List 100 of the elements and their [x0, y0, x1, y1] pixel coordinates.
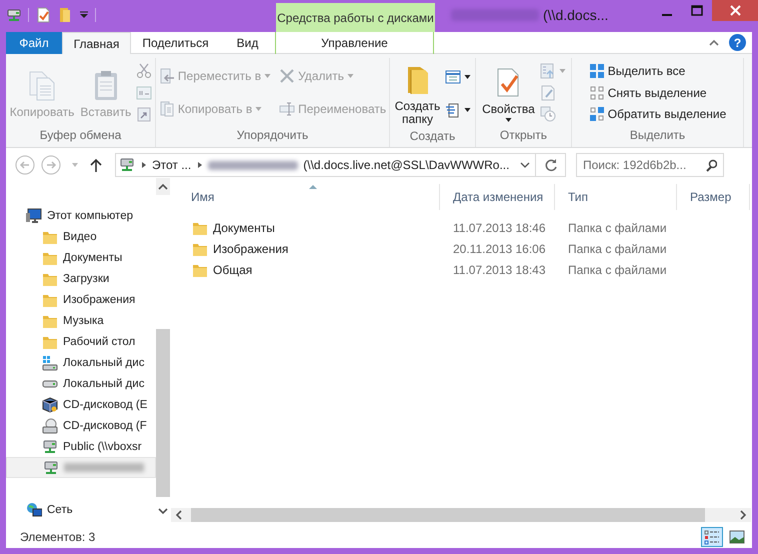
ribbon-tab[interactable]: Главная: [62, 32, 131, 54]
computer-icon: [26, 208, 42, 224]
scissors-icon: [136, 62, 152, 79]
type-cell-text: Папка с файлами: [567, 262, 668, 276]
ribbon-button[interactable]: Обратить выделение: [586, 104, 730, 124]
caret-icon: [71, 161, 79, 169]
picture-icon: [729, 528, 745, 544]
nav-item[interactable]: Видео: [6, 226, 156, 247]
item-count: Элементов: 3: [20, 530, 96, 544]
column-header[interactable]: Размер: [677, 184, 750, 210]
nav-item[interactable]: Рабочий стол: [6, 331, 156, 352]
collapse-ribbon-icon[interactable]: [709, 38, 719, 48]
column-header[interactable]: Дата изменения: [440, 184, 555, 210]
maximize-icon: [691, 5, 703, 16]
folder-icon[interactable]: [57, 7, 73, 23]
nav-item[interactable]: Этот компьютер: [6, 205, 156, 226]
sort-arrow-icon: [308, 185, 316, 190]
chevron-icon: [196, 161, 204, 169]
ribbon-tab[interactable]: Поделиться: [131, 32, 220, 54]
date-cell-text: 11.07.2013 18:43: [452, 262, 547, 276]
cube-icon: [42, 396, 58, 412]
nav-item[interactable]: [6, 457, 156, 478]
date-cell-text: 11.07.2013 18:46: [452, 220, 547, 234]
type-cell-text: Папка с файлами: [567, 242, 668, 256]
column-header[interactable]: Имя: [178, 184, 440, 210]
network-drive-icon: [42, 438, 58, 454]
network-drive-icon: [43, 460, 59, 476]
ribbon-button[interactable]: [444, 100, 472, 118]
column-header[interactable]: Тип: [555, 184, 677, 210]
network-icon: [26, 502, 42, 518]
close-icon: [730, 5, 740, 16]
file-name[interactable]: Документы: [178, 220, 440, 236]
dropdown-caret-icon[interactable]: [520, 160, 530, 170]
details-view-icon: [704, 528, 720, 544]
cd-drive-icon: [42, 418, 58, 434]
window-title: (\\d.docs...: [543, 7, 608, 23]
chevron-icon: [140, 161, 147, 169]
chevron-up-icon: [158, 182, 168, 190]
up-arrow-icon: [89, 157, 103, 173]
view-button[interactable]: [701, 526, 723, 546]
nav-item[interactable]: Музыка: [6, 310, 156, 331]
file-menu-button[interactable]: Файл: [6, 32, 62, 54]
up-button[interactable]: [89, 157, 103, 173]
group-label: Выделить: [628, 127, 686, 144]
file-name[interactable]: Изображения: [178, 240, 440, 256]
invert-selection-icon: [588, 106, 605, 122]
group-label: Упорядочить: [236, 127, 310, 144]
file-name[interactable]: Общая: [178, 262, 440, 278]
address-bar[interactable]: Этот ... (\\d.docs.live.net@SSL\DavWWWRo...: [115, 153, 566, 177]
history-icon: [540, 106, 556, 122]
search-field[interactable]: Поиск: 192d6b2b...: [576, 153, 724, 177]
drive-icon: [42, 380, 58, 388]
nav-item[interactable]: Загрузки: [6, 268, 156, 289]
shortcut-icon: [136, 106, 152, 122]
select-all-icon: [588, 62, 605, 79]
ribbon-button[interactable]: Свойства: [480, 62, 537, 123]
help-button[interactable]: ?: [729, 34, 746, 51]
refresh-icon: [544, 158, 558, 172]
nav-item[interactable]: CD-дисковод (F: [6, 415, 156, 436]
nav-item[interactable]: Локальный дис: [6, 352, 156, 373]
minimize-icon: [662, 14, 672, 16]
type-cell-text: Папка с файлами: [567, 220, 668, 234]
ribbon-button[interactable]: Снять выделение: [586, 82, 730, 103]
chevron-left-icon: [175, 510, 183, 520]
ribbon-button[interactable]: [444, 68, 472, 86]
network-drive-icon: [119, 157, 135, 173]
close-button[interactable]: [712, 0, 758, 21]
group-label: Буфер обмена: [38, 127, 122, 144]
network-drive-icon[interactable]: [6, 7, 22, 23]
nav-item[interactable]: Изображения: [6, 289, 156, 310]
copy-to-icon: [158, 100, 175, 117]
new-item-icon: [445, 68, 462, 84]
context-tab-header: Средства работы с дисками: [276, 3, 435, 32]
open-icon: [540, 62, 556, 79]
caret-icon[interactable]: [79, 10, 89, 20]
move-icon: [158, 68, 175, 84]
ribbon-button[interactable]: Создать папку: [392, 60, 442, 127]
path-icon: [136, 84, 152, 101]
nav-item[interactable]: Сеть: [6, 499, 156, 520]
ribbon-tab[interactable]: Вид: [220, 32, 275, 54]
search-icon: [705, 159, 717, 172]
properties-icon[interactable]: [35, 7, 51, 23]
group-label: Создать: [408, 128, 456, 145]
easy-access-icon: [445, 102, 462, 118]
breadcrumb-segment[interactable]: Этот ...: [152, 158, 192, 172]
ribbon-button[interactable]: Выделить все: [586, 60, 730, 81]
rename-icon: [279, 100, 296, 117]
nav-item[interactable]: Документы: [6, 247, 156, 268]
nav-item[interactable]: Public (\\vboxsr: [6, 436, 156, 457]
chevron-right-icon: [739, 510, 747, 520]
nav-item[interactable]: Локальный дис: [6, 373, 156, 394]
scrollbar[interactable]: [156, 178, 170, 525]
breadcrumb-segment[interactable]: (\\d.docs.live.net@SSL\DavWWWRo...: [303, 158, 510, 172]
delete-icon: [279, 68, 296, 84]
edit-icon: [540, 84, 556, 101]
select-none-icon: [588, 84, 605, 101]
scrollbar-thumb[interactable]: [156, 329, 170, 497]
date-cell-text: 20.11.2013 16:06: [452, 242, 547, 256]
system-drive-icon: [42, 354, 58, 370]
nav-item[interactable]: CD-дисковод (E: [6, 394, 156, 415]
